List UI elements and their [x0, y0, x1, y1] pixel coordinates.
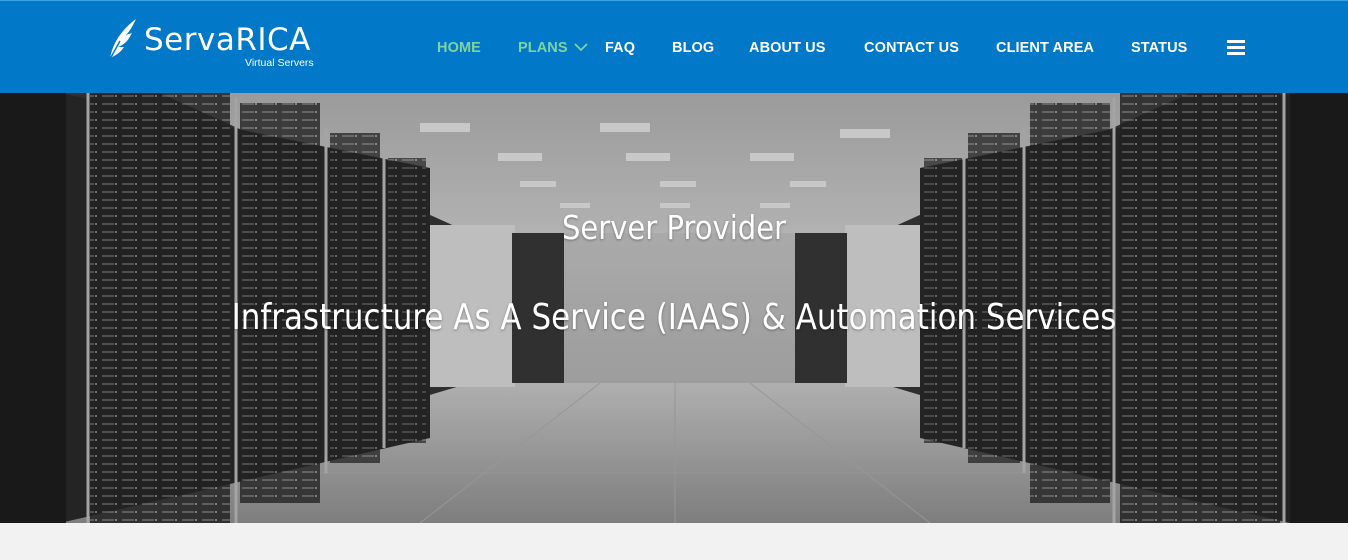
hero-banner: Server Provider Infrastructure As A Serv… [0, 93, 1348, 523]
nav-plans[interactable]: PLANS [518, 38, 568, 58]
nav-contact-us[interactable]: CONTACT US [864, 38, 959, 58]
site-header: ServaRICA Virtual Servers HOME PLANS FAQ… [0, 0, 1348, 93]
nav-status[interactable]: STATUS [1131, 38, 1187, 58]
main-nav: HOME PLANS FAQ BLOG ABOUT US CONTACT US … [0, 1, 1348, 94]
hero-title: Server Provider [561, 208, 787, 247]
nav-client-area[interactable]: CLIENT AREA [996, 38, 1094, 58]
nav-home[interactable]: HOME [437, 38, 481, 58]
chevron-down-icon[interactable] [574, 42, 588, 52]
content-area [0, 523, 1348, 560]
nav-faq[interactable]: FAQ [605, 38, 635, 58]
nav-blog[interactable]: BLOG [672, 38, 714, 58]
hero-subtitle: Infrastructure As A Service (IAAS) & Aut… [231, 297, 1117, 338]
nav-about-us[interactable]: ABOUT US [749, 38, 826, 58]
hamburger-menu-icon[interactable] [1227, 40, 1245, 55]
